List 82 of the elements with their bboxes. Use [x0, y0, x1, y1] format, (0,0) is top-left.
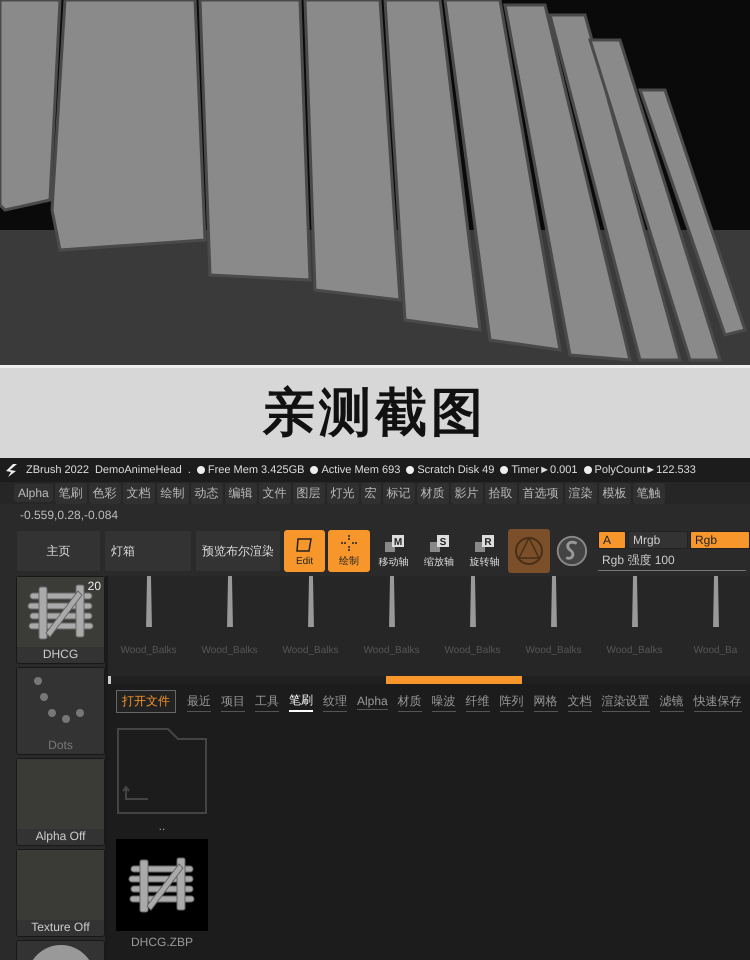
status-text: Timer►0.001 — [511, 464, 578, 476]
status-dot — [500, 466, 508, 474]
status-dot — [196, 466, 205, 474]
crosshair-icon — [338, 534, 359, 552]
menu-item[interactable]: 文档 — [122, 482, 155, 504]
plank-icon — [550, 576, 558, 627]
menu-item[interactable]: 笔刷 — [54, 482, 87, 504]
browser-tab[interactable]: Alpha — [357, 693, 388, 710]
browser-tab[interactable]: 项目 — [221, 692, 245, 712]
coordinates-text: -0.559,0.28,-0.084 — [19, 507, 120, 524]
material-swatch[interactable] — [508, 529, 550, 573]
menu-item[interactable]: 宏 — [360, 482, 381, 504]
status-dot — [310, 466, 318, 474]
browser-tab[interactable]: 快速保存 — [694, 692, 742, 712]
menu-item[interactable]: 图层 — [292, 482, 325, 504]
menu-item[interactable]: 文件 — [258, 482, 291, 504]
file-name: DHCG.ZBP — [130, 935, 193, 949]
status-text: Scratch Disk 49 — [417, 464, 494, 476]
edit-frame-icon — [294, 536, 315, 554]
app-title: ZBrush 2022 — [26, 464, 89, 476]
menu-item[interactable]: 材质 — [416, 482, 449, 504]
browser-tab[interactable]: 工具 — [255, 692, 279, 712]
file-name: .. — [158, 819, 166, 833]
toolbar-button[interactable]: 主页 — [16, 530, 102, 572]
sphere-icon — [514, 536, 544, 566]
status-text: Free Mem 3.425GB — [208, 464, 304, 476]
model-thumbnail[interactable] — [116, 839, 208, 931]
tool-palette-item[interactable]: 20 DHCG — [16, 576, 105, 664]
toolbar-button[interactable]: 灯箱 — [104, 530, 192, 572]
axis-button[interactable]: M 移动轴 — [372, 530, 415, 572]
menu-item[interactable]: 拾取 — [484, 482, 517, 504]
menu-item[interactable]: Alpha — [14, 484, 53, 502]
status-dot — [406, 466, 414, 474]
browser-tab[interactable]: 纹理 — [323, 692, 347, 712]
plank-icon — [468, 576, 476, 627]
banner-title: 亲测截图 — [263, 383, 487, 444]
tool-count: 20 — [88, 579, 101, 593]
document-name: DemoAnimeHead — [94, 464, 182, 476]
menu-item[interactable]: 模板 — [598, 482, 631, 504]
menu-item[interactable]: 笔触 — [632, 482, 665, 504]
status-text: Active Mem 693 — [321, 464, 400, 476]
plank-icon — [306, 576, 314, 627]
plank-icon — [630, 576, 638, 627]
plank-icon — [388, 576, 396, 627]
menu-item[interactable]: 动态 — [190, 482, 223, 504]
rgb-intensity-label: Rgb 强度 100 — [598, 551, 746, 571]
plank-icon — [226, 576, 234, 627]
palette-item[interactable]: Alpha Off — [16, 758, 105, 846]
toolbar-button[interactable]: 预览布尔渲染 — [194, 530, 281, 572]
mode-toggle-button[interactable]: Edit — [284, 530, 326, 572]
channel-toggle[interactable]: A — [598, 531, 626, 549]
browser-tab[interactable]: 网格 — [534, 692, 558, 712]
mode-toggle-button[interactable]: 绘制 — [328, 530, 370, 572]
separator-text: . — [188, 464, 191, 476]
menu-item[interactable]: 色彩 — [88, 482, 121, 504]
palette-item[interactable]: Texture Off — [16, 849, 105, 937]
browser-tab[interactable]: 渲染设置 — [602, 692, 650, 712]
channel-toggle[interactable]: Mrgb — [628, 531, 688, 549]
plank-icon — [144, 576, 152, 627]
browser-tab[interactable]: 最近 — [187, 692, 211, 712]
menu-item[interactable]: 绘制 — [156, 482, 189, 504]
status-text: PolyCount►122.533 — [594, 464, 696, 476]
browser-tab[interactable]: 纤维 — [466, 692, 490, 712]
browser-tab[interactable]: 材质 — [398, 692, 422, 712]
menu-item[interactable]: 灯光 — [326, 482, 359, 504]
menu-item[interactable]: 影片 — [450, 482, 483, 504]
menu-item[interactable]: 渲染 — [564, 482, 597, 504]
status-dot — [584, 466, 592, 474]
menu-item[interactable]: 编辑 — [224, 482, 257, 504]
open-file-button[interactable]: 打开文件 — [116, 690, 176, 713]
axis-button[interactable]: S 缩放轴 — [418, 530, 460, 572]
menu-item[interactable]: 首选项 — [518, 482, 563, 504]
browser-tab[interactable]: 文档 — [568, 692, 592, 712]
browser-tab[interactable]: 阵列 — [500, 692, 524, 712]
channel-toggle[interactable]: Rgb — [690, 531, 750, 549]
wood-crate-drawing — [127, 856, 197, 914]
browser-tab[interactable]: 滤镜 — [660, 692, 684, 712]
axis-button[interactable]: R 旋转轴 — [463, 530, 506, 572]
plank-icon — [712, 576, 720, 627]
menu-item[interactable]: 标记 — [382, 482, 415, 504]
browser-tab[interactable]: 笔刷 — [289, 691, 313, 712]
browser-tab[interactable]: 噪波 — [432, 692, 456, 712]
